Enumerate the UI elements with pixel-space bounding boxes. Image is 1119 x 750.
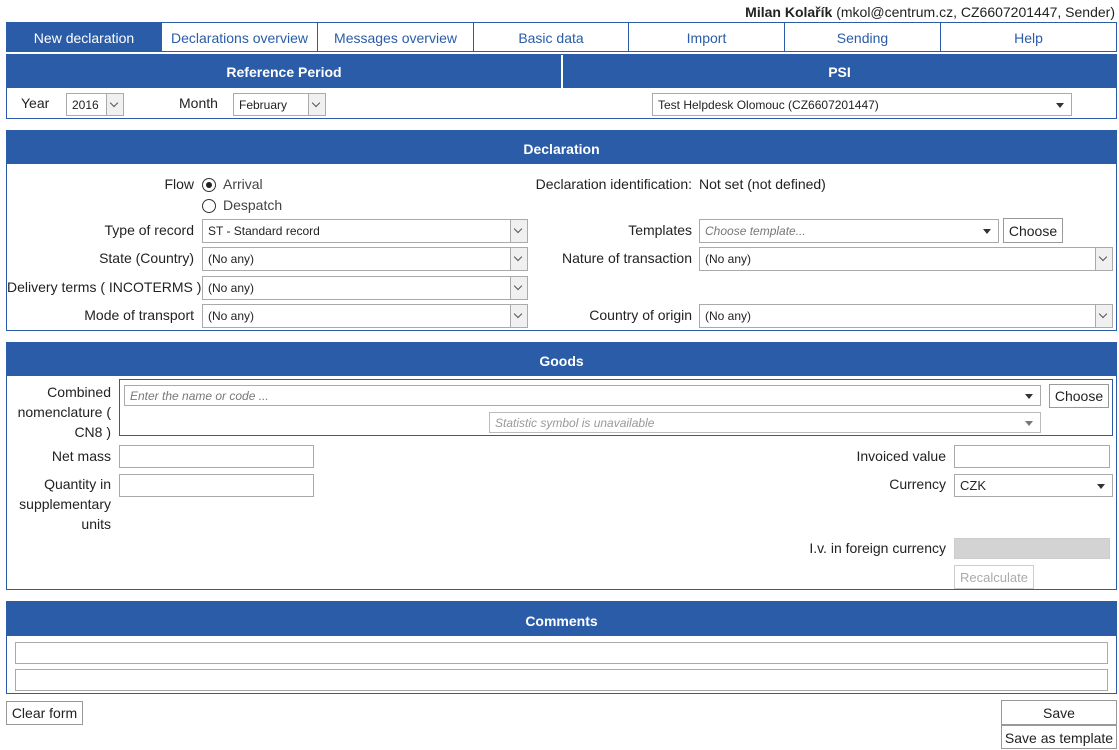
goods-panel: Goods Combined nomenclature ( CN8 ) Ente… — [6, 342, 1117, 590]
comment-line-2-input[interactable] — [15, 669, 1108, 691]
user-details: (mkol@centrum.cz, CZ6607201447, Sender) — [836, 4, 1115, 20]
comment-line-1-input[interactable] — [15, 642, 1108, 664]
year-label: Year — [21, 95, 50, 111]
reference-panel: Reference Period PSI Year 2016 Month Feb… — [6, 54, 1117, 119]
comments-panel: Comments — [6, 601, 1117, 694]
reference-header: Reference Period — [7, 55, 561, 88]
flow-label: Flow — [164, 176, 194, 192]
invoiced-value-label: Invoiced value — [856, 448, 946, 464]
state-country-label: State (Country) — [99, 250, 194, 266]
psi-select[interactable]: Test Helpdesk Olomouc (CZ6607201447) — [652, 93, 1072, 116]
tab-declarations-overview[interactable]: Declarations overview — [161, 23, 317, 51]
cn-group: Enter the name or code ... Statistic sym… — [119, 379, 1113, 436]
cn-label-line1: Combined — [47, 384, 111, 400]
declaration-panel: Declaration Flow Arrival Despatch Declar… — [6, 130, 1117, 331]
caret-down-icon — [983, 229, 991, 234]
month-label: Month — [179, 95, 218, 111]
chevron-down-icon — [106, 94, 123, 115]
declaration-id-label: Declaration identification: — [535, 176, 692, 192]
user-info: Milan Kolařík (mkol@centrum.cz, CZ660720… — [745, 4, 1115, 20]
templates-select[interactable]: Choose template... — [699, 219, 999, 243]
invoiced-value-input[interactable] — [954, 445, 1110, 468]
recalculate-button[interactable]: Recalculate — [954, 565, 1034, 589]
country-of-origin-select[interactable]: (No any) — [699, 304, 1113, 328]
caret-down-icon — [1025, 393, 1033, 399]
tab-new-declaration[interactable]: New declaration — [7, 23, 161, 51]
qty-label-line2: supplementary — [19, 496, 111, 512]
statistic-symbol-select[interactable]: Statistic symbol is unavailable — [489, 412, 1041, 433]
caret-down-icon — [1097, 483, 1105, 489]
foreign-currency-label: I.v. in foreign currency — [809, 540, 946, 556]
currency-label: Currency — [889, 476, 946, 492]
user-name: Milan Kolařík — [745, 4, 833, 20]
save-as-template-button[interactable]: Save as template — [1001, 725, 1117, 749]
tab-help[interactable]: Help — [940, 23, 1116, 51]
goods-header: Goods — [7, 343, 1116, 376]
month-select[interactable]: February — [233, 93, 326, 116]
flow-despatch-radio[interactable] — [202, 199, 216, 213]
declaration-id-value: Not set (not defined) — [699, 176, 826, 192]
choose-cn-button[interactable]: Choose — [1049, 384, 1109, 408]
net-mass-input[interactable] — [119, 445, 314, 468]
cn-label-line2: nomenclature ( — [17, 404, 111, 420]
save-button[interactable]: Save — [1001, 700, 1117, 725]
main-nav: New declaration Declarations overview Me… — [6, 22, 1117, 52]
quantity-input[interactable] — [119, 474, 314, 497]
tab-messages-overview[interactable]: Messages overview — [317, 23, 473, 51]
foreign-currency-input[interactable] — [954, 538, 1110, 559]
year-select[interactable]: 2016 — [66, 93, 124, 116]
chevron-down-icon — [308, 94, 325, 115]
nature-of-transaction-select[interactable]: (No any) — [699, 247, 1113, 271]
flow-arrival-radio[interactable] — [202, 178, 216, 192]
choose-template-button[interactable]: Choose — [1003, 218, 1063, 243]
declaration-header: Declaration — [7, 131, 1116, 164]
flow-despatch-label: Despatch — [223, 197, 283, 213]
tab-basic-data[interactable]: Basic data — [473, 23, 628, 51]
delivery-terms-select[interactable]: (No any) — [202, 276, 528, 300]
country-of-origin-label: Country of origin — [589, 307, 692, 323]
type-of-record-label: Type of record — [104, 222, 195, 238]
flow-arrival-label: Arrival — [223, 176, 263, 192]
cn-search-select[interactable]: Enter the name or code ... — [124, 385, 1041, 406]
caret-down-icon — [1025, 420, 1033, 426]
tab-sending[interactable]: Sending — [784, 23, 940, 51]
chevron-down-icon — [510, 277, 527, 299]
currency-select[interactable]: CZK — [954, 474, 1113, 497]
net-mass-label: Net mass — [51, 448, 111, 464]
nature-of-transaction-label: Nature of transaction — [562, 250, 692, 266]
templates-label: Templates — [628, 222, 692, 238]
chevron-down-icon — [1095, 248, 1112, 270]
cn-label-line3: CN8 ) — [74, 424, 111, 440]
clear-form-button[interactable]: Clear form — [6, 701, 83, 725]
chevron-down-icon — [1095, 305, 1112, 327]
mode-of-transport-label: Mode of transport — [84, 307, 194, 323]
tab-import[interactable]: Import — [628, 23, 784, 51]
qty-label-line1: Quantity in — [44, 476, 111, 492]
caret-down-icon — [1056, 102, 1064, 108]
delivery-terms-label: Delivery terms ( INCOTERMS ) — [7, 279, 202, 295]
qty-label-line3: units — [81, 516, 111, 532]
comments-header: Comments — [7, 602, 1116, 636]
psi-header: PSI — [563, 55, 1116, 88]
